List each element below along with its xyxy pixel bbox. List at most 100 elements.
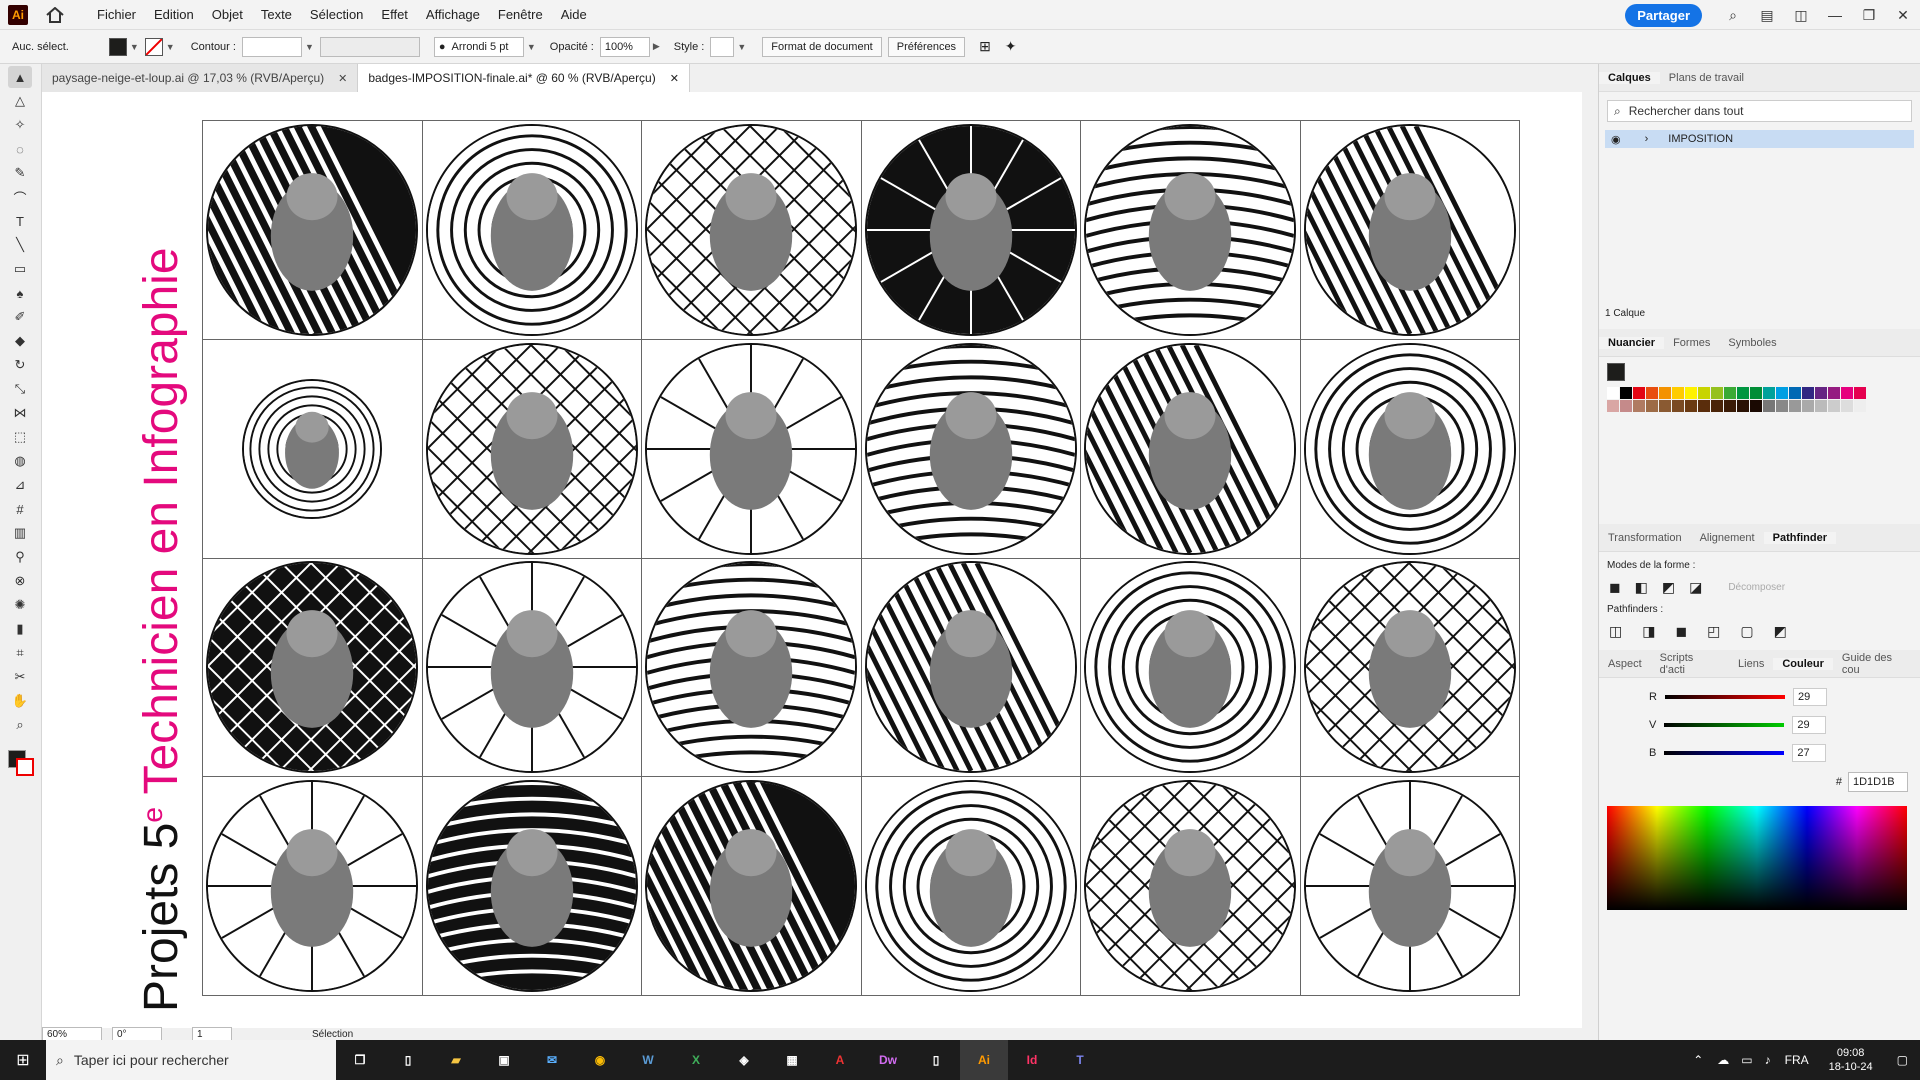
badge-cell[interactable] bbox=[1081, 121, 1301, 340]
file-icon[interactable]: ▯ bbox=[384, 1040, 432, 1080]
symbol-sprayer-icon[interactable]: ✺ bbox=[8, 594, 32, 616]
intersect-icon[interactable]: ◩ bbox=[1662, 579, 1675, 596]
color-swatch[interactable] bbox=[1763, 400, 1775, 412]
chevron-down-icon[interactable]: ▼ bbox=[166, 42, 175, 52]
color-swatch[interactable] bbox=[1685, 387, 1697, 399]
badge-cell[interactable] bbox=[1081, 558, 1301, 778]
slice-icon[interactable]: ✂ bbox=[8, 666, 32, 688]
badge-cell[interactable] bbox=[861, 777, 1081, 996]
lasso-icon[interactable]: ◌ bbox=[8, 138, 32, 160]
windows-start-icon[interactable]: ⊞ bbox=[0, 1040, 46, 1080]
badge-image[interactable] bbox=[1303, 780, 1516, 993]
rectangle-icon[interactable]: ▭ bbox=[8, 258, 32, 280]
mail-icon[interactable]: ✉ bbox=[528, 1040, 576, 1080]
chrome-icon[interactable]: ◉ bbox=[576, 1040, 624, 1080]
tab-appearance[interactable]: Aspect bbox=[1599, 658, 1651, 670]
unite-icon[interactable]: ◼ bbox=[1609, 579, 1621, 596]
menu-item[interactable]: Fenêtre bbox=[489, 7, 552, 22]
badge-cell[interactable] bbox=[422, 558, 642, 778]
variable-width-field[interactable] bbox=[319, 36, 420, 57]
badge-image[interactable] bbox=[206, 780, 419, 993]
curvature-icon[interactable]: ⌒ bbox=[8, 186, 32, 208]
rotation-field[interactable]: 0° bbox=[112, 1027, 162, 1041]
tab-pathfinder[interactable]: Pathfinder bbox=[1763, 531, 1837, 544]
color-swatch[interactable] bbox=[1750, 400, 1762, 412]
outline-icon[interactable]: ▢ bbox=[1740, 623, 1753, 640]
type-icon[interactable]: T bbox=[8, 210, 32, 232]
restore-icon[interactable]: ❐ bbox=[1852, 0, 1886, 30]
badge-cell[interactable] bbox=[422, 777, 642, 996]
menu-item[interactable]: Texte bbox=[252, 7, 301, 22]
graph-icon[interactable]: ▮ bbox=[8, 618, 32, 640]
merge-icon[interactable]: ◼ bbox=[1675, 623, 1687, 640]
tab-actions[interactable]: Scripts d'acti bbox=[1651, 652, 1729, 676]
arrange-documents-icon[interactable]: ▤ bbox=[1750, 0, 1784, 30]
badge-cell[interactable] bbox=[203, 121, 423, 340]
badge-image[interactable] bbox=[1303, 561, 1516, 774]
calculator-icon[interactable]: ▦ bbox=[768, 1040, 816, 1080]
store-icon[interactable]: ▣ bbox=[480, 1040, 528, 1080]
chevron-up-icon[interactable]: ⌃ bbox=[1693, 1053, 1703, 1067]
badge-image[interactable] bbox=[645, 561, 858, 774]
rotate-icon[interactable]: ↻ bbox=[8, 354, 32, 376]
badge-image[interactable] bbox=[1084, 561, 1297, 774]
chevron-right-icon[interactable]: ▶ bbox=[653, 41, 660, 52]
tab-layers[interactable]: Calques bbox=[1599, 71, 1660, 84]
color-swatch[interactable] bbox=[1763, 387, 1775, 399]
badge-image[interactable] bbox=[206, 561, 419, 774]
badge-image[interactable] bbox=[425, 561, 638, 774]
hex-field[interactable]: 1D1D1B bbox=[1848, 772, 1908, 792]
badge-cell[interactable] bbox=[1081, 777, 1301, 996]
trim-icon[interactable]: ◨ bbox=[1642, 623, 1655, 640]
color-swatch[interactable] bbox=[1776, 400, 1788, 412]
document-setup-button[interactable]: Format de document bbox=[762, 36, 882, 57]
badge-cell[interactable] bbox=[642, 777, 862, 996]
close-tab-icon[interactable]: ✕ bbox=[338, 72, 347, 85]
badge-image[interactable] bbox=[206, 123, 419, 336]
badge-image[interactable] bbox=[645, 780, 858, 993]
hand-icon[interactable]: ✋ bbox=[8, 690, 32, 712]
pen-icon[interactable]: ✎ bbox=[8, 162, 32, 184]
blend-icon[interactable]: ⊗ bbox=[8, 570, 32, 592]
word-icon[interactable]: W bbox=[624, 1040, 672, 1080]
gradient-icon[interactable]: ▥ bbox=[8, 522, 32, 544]
badge-image[interactable] bbox=[425, 780, 638, 993]
color-swatch[interactable] bbox=[1750, 387, 1762, 399]
color-swatch[interactable] bbox=[1737, 400, 1749, 412]
style-field[interactable] bbox=[710, 36, 735, 57]
color-swatch[interactable] bbox=[1698, 400, 1710, 412]
b-slider[interactable] bbox=[1664, 751, 1785, 755]
perspective-icon[interactable]: ⊿ bbox=[8, 474, 32, 496]
minus-front-icon[interactable]: ◧ bbox=[1635, 579, 1648, 596]
layer-row[interactable]: ◉ › IMPOSITION bbox=[1605, 130, 1914, 148]
color-swatch[interactable] bbox=[1620, 400, 1632, 412]
color-swatch[interactable] bbox=[1828, 387, 1840, 399]
clock[interactable]: 09:08 18-10-24 bbox=[1829, 1046, 1873, 1074]
menu-item[interactable]: Affichage bbox=[417, 7, 489, 22]
badge-image[interactable] bbox=[864, 123, 1077, 336]
badge-image[interactable] bbox=[242, 378, 383, 519]
zoom-icon[interactable]: ⌕ bbox=[8, 714, 32, 736]
tab-links[interactable]: Liens bbox=[1729, 658, 1773, 670]
badge-cell[interactable] bbox=[861, 121, 1081, 340]
chevron-right-icon[interactable]: › bbox=[1645, 133, 1649, 145]
workspace-icon[interactable]: ◫ bbox=[1784, 0, 1818, 30]
expand-button[interactable]: Décomposer bbox=[1728, 582, 1785, 593]
search-icon[interactable]: ⌕ bbox=[1716, 0, 1750, 30]
dreamweaver-icon[interactable]: Dw bbox=[864, 1040, 912, 1080]
share-button[interactable]: Partager bbox=[1625, 3, 1702, 27]
v-slider[interactable] bbox=[1664, 723, 1785, 727]
color-swatch[interactable] bbox=[1698, 387, 1710, 399]
line-icon[interactable]: ╲ bbox=[8, 234, 32, 256]
fill-stroke-swatch[interactable] bbox=[8, 750, 34, 776]
r-slider[interactable] bbox=[1664, 695, 1785, 699]
free-transform-icon[interactable]: ⬚ bbox=[8, 426, 32, 448]
selection-tool-icon[interactable]: ▲ bbox=[8, 66, 32, 88]
color-swatch[interactable] bbox=[1854, 387, 1866, 399]
color-swatch[interactable] bbox=[1724, 387, 1736, 399]
chevron-down-icon[interactable]: ▼ bbox=[130, 42, 139, 52]
tab-paysage[interactable]: paysage-neige-et-loup.ai @ 17,03 % (RVB/… bbox=[42, 64, 359, 92]
color-spectrum[interactable] bbox=[1607, 806, 1907, 910]
badge-cell[interactable] bbox=[861, 558, 1081, 778]
b-field[interactable]: 27 bbox=[1792, 744, 1827, 762]
